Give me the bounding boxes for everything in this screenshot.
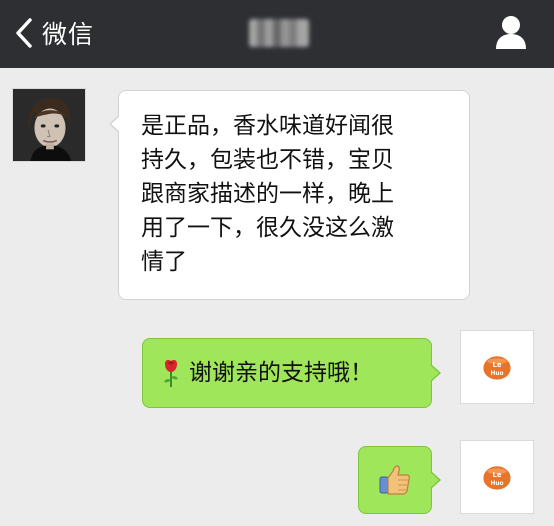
chat-title — [248, 18, 310, 48]
back-label: 微信 — [42, 20, 95, 49]
sent-message-bubble[interactable]: 谢谢亲的支持哦！ — [142, 338, 441, 408]
lehuo-logo: Le Huo — [461, 441, 533, 513]
message-line: 持久，包装也不错，宝贝 — [141, 147, 394, 173]
logo-text-le: Le — [493, 361, 502, 369]
person-icon[interactable] — [494, 14, 528, 50]
message-line: 用了一下，很久没这么激 — [141, 215, 394, 241]
my-avatar[interactable]: Le Huo — [460, 440, 534, 514]
sent-message-text: 谢谢亲的支持哦！ — [189, 360, 373, 386]
chat-header: 微信 — [0, 0, 554, 68]
logo-text-le: Le — [493, 471, 502, 479]
message-line: 情了 — [141, 249, 187, 275]
back-button[interactable]: 微信 — [12, 10, 94, 56]
thumbs-up-icon — [379, 465, 410, 495]
blurred-contact-name — [249, 19, 309, 47]
message-line: 跟商家描述的一样，晚上 — [141, 181, 394, 207]
received-message-bubble[interactable]: 是正品，香水味道好闻很 持久，包装也不错，宝贝 跟商家描述的一样，晚上 用了一下… — [109, 90, 470, 300]
logo-text-huo: Huo — [490, 371, 503, 377]
contact-avatar[interactable] — [12, 88, 86, 162]
user-photo — [13, 89, 85, 161]
my-avatar[interactable]: Le Huo — [460, 330, 534, 404]
lehuo-logo: Le Huo — [461, 331, 533, 403]
sent-sticker-bubble[interactable] — [358, 446, 441, 514]
rose-icon — [164, 360, 178, 387]
message-line: 是正品，香水味道好闻很 — [141, 113, 394, 139]
chevron-left-icon — [16, 18, 32, 48]
logo-text-huo: Huo — [490, 481, 503, 487]
